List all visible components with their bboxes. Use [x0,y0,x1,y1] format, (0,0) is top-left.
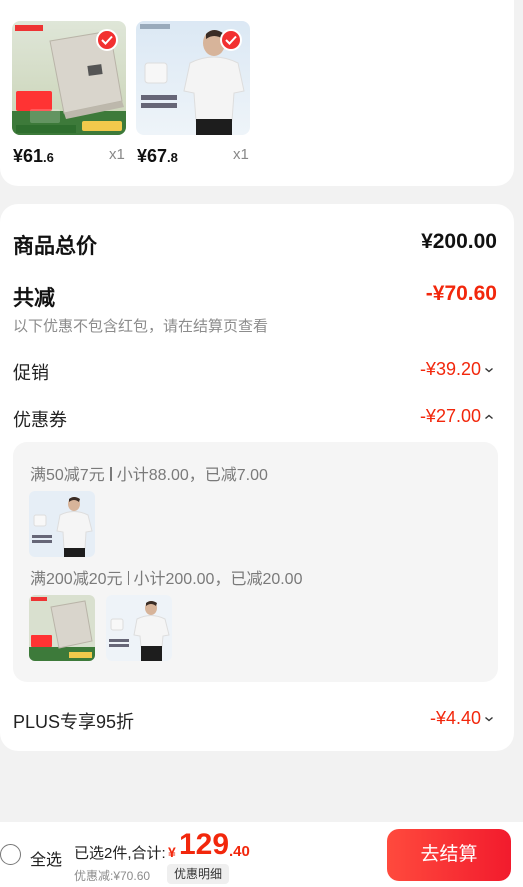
chevron-down-icon [485,716,493,721]
total-reduce-label: 共减 [13,287,55,310]
total-price-value: ¥200.00 [421,230,497,253]
discount-note: 以下优惠不包含红包，请在结算页查看 [13,318,269,335]
chevron-down-icon [485,367,493,372]
coupon-rule: 满200减20元 小计200.00，已减20.00 [30,571,303,588]
selected-count-text: 已选2件,合计: [74,845,166,862]
coupon-detail-panel: 满50减7元 小计88.00，已减7.00 满200减20元 小计200.00，已减… [13,442,498,682]
checkout-bar: 全选 已选2件,合计: ¥ 129 .40 优惠减:¥70.60 优惠明细 去结… [0,822,523,887]
radio-unchecked-icon[interactable] [0,844,21,865]
plus-discount-value: -¥4.40 [429,708,481,728]
coupon-product-tshirt[interactable] [106,595,172,661]
plus-row-toggle[interactable]: -¥4.40 [430,708,494,729]
total-amount-decimal: .40 [229,843,250,860]
chevron-up-icon [485,414,493,419]
coupon-product-tshirt[interactable] [29,491,95,557]
coupon-product-laptop[interactable] [29,595,95,661]
product-price: ¥67.8 [137,146,178,166]
coupon-row-toggle[interactable]: -¥27.00 [420,406,494,427]
coupon-label: 优惠券 [13,410,67,430]
checkout-button[interactable]: 去结算 [387,829,511,881]
total-currency: ¥ [168,844,176,860]
total-price-label: 商品总价 [13,235,97,258]
selected-check-icon[interactable] [96,29,118,51]
total-reduce-value: -¥70.60 [425,282,497,305]
promo-value: -¥39.20 [419,359,481,379]
coupon-rule: 满50减7元 小计88.00，已减7.00 [30,467,268,484]
coupon-value: -¥27.00 [419,406,481,426]
selected-products-card: ¥61.6 x1 ¥67.8 x1 [0,0,514,186]
selected-check-icon[interactable] [220,29,242,51]
product-qty: x1 [233,146,249,163]
product-image-laptop[interactable] [12,21,126,135]
discount-summary: 优惠减:¥70.60 [74,869,151,883]
select-all-label[interactable]: 全选 [30,846,62,870]
promo-label: 促销 [13,363,49,383]
product-image-tshirt[interactable] [136,21,250,135]
discount-detail-button[interactable]: 优惠明细 [167,864,230,884]
plus-discount-label: PLUS专享95折 [13,712,135,732]
product-qty: x1 [109,146,125,163]
product-price: ¥61.6 [13,146,54,166]
price-summary-card: 商品总价 ¥200.00 共减 -¥70.60 以下优惠不包含红包，请在结算页查… [0,204,514,751]
promo-row-toggle[interactable]: -¥39.20 [420,359,494,380]
total-amount-integer: 129 [179,828,230,861]
